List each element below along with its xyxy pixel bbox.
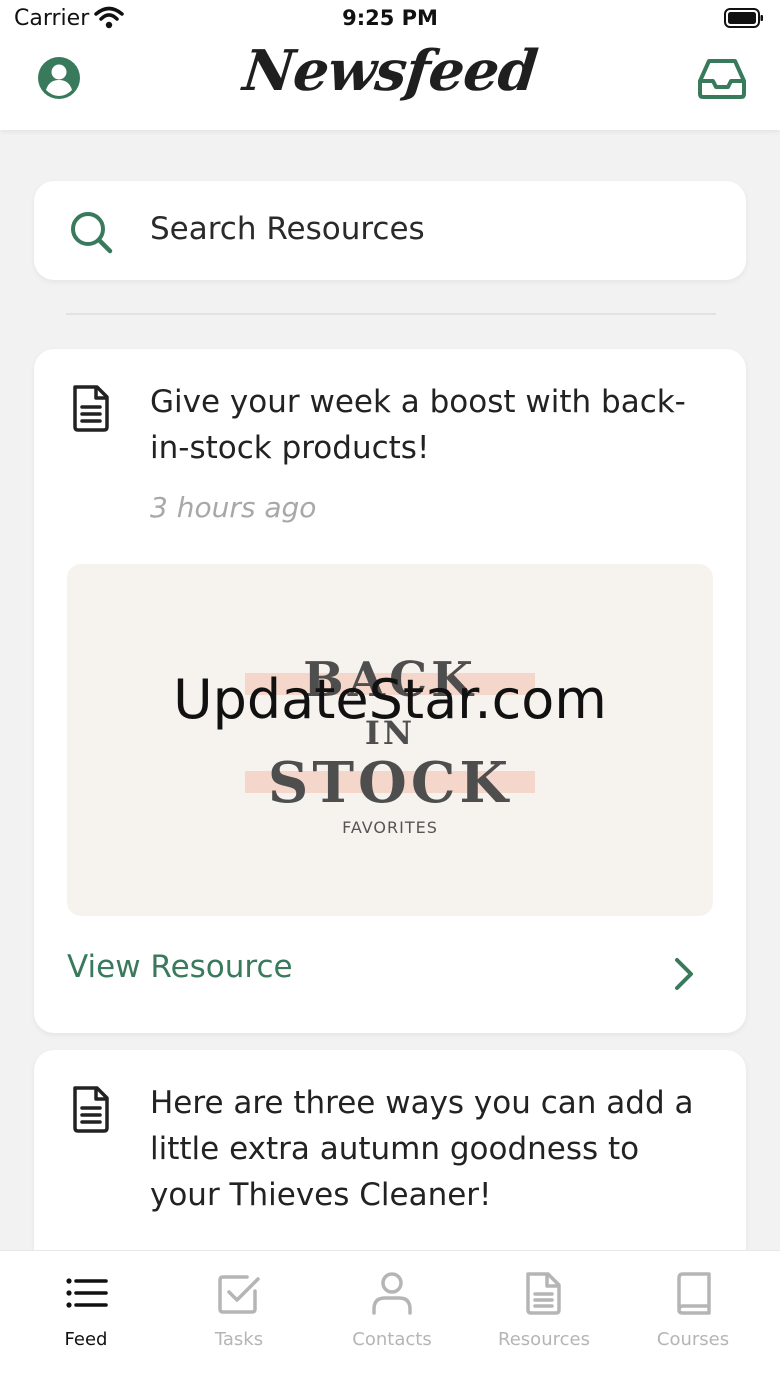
search-icon: [71, 212, 113, 254]
card-title: Give your week a boost with back-in-stoc…: [150, 384, 686, 466]
status-bar: Carrier 9:25 PM: [0, 0, 780, 40]
tab-label: Courses: [656, 1329, 730, 1350]
tab-label: Feed: [64, 1329, 108, 1350]
tab-tasks[interactable]: Tasks: [161, 1251, 317, 1388]
list-icon: [66, 1278, 108, 1308]
document-icon: [526, 1272, 561, 1315]
book-icon: [677, 1272, 711, 1315]
tab-bar: Feed Tasks Contacts Resources Courses: [0, 1250, 780, 1388]
tab-resources[interactable]: Resources: [466, 1251, 622, 1388]
person-icon: [372, 1272, 412, 1315]
checkbox-icon: [218, 1275, 260, 1314]
battery-icon: [724, 8, 763, 28]
tab-courses[interactable]: Courses: [615, 1251, 771, 1388]
tab-label: Tasks: [214, 1329, 264, 1350]
watermark: UpdateStar.com: [173, 668, 607, 731]
inbox-icon[interactable]: [696, 57, 748, 101]
document-icon: [73, 385, 109, 432]
chevron-right-icon[interactable]: [674, 957, 694, 991]
tab-contacts[interactable]: Contacts: [314, 1251, 470, 1388]
page-title: Newsfeed: [240, 38, 540, 104]
thumbnail-text-stock: STOCK: [267, 750, 513, 816]
divider: [66, 313, 716, 315]
view-resource-link[interactable]: View Resource: [67, 949, 293, 985]
clock: 9:25 PM: [342, 6, 438, 30]
card-timestamp: 3 hours ago: [150, 491, 317, 524]
thumbnail-text-favorites: FAVORITES: [342, 818, 438, 837]
card-title: Here are three ways you can add a little…: [150, 1085, 694, 1213]
resource-thumbnail[interactable]: BACK IN STOCK FAVORITES UpdateStar.com: [67, 564, 713, 916]
tab-label: Resources: [498, 1329, 590, 1350]
tab-feed[interactable]: Feed: [8, 1251, 164, 1388]
document-icon: [73, 1086, 109, 1133]
search-placeholder: Search Resources: [150, 211, 425, 247]
feed-card[interactable]: Give your week a boost with back-in-stoc…: [34, 349, 746, 1033]
tab-label: Contacts: [352, 1329, 432, 1350]
search-bar[interactable]: Search Resources: [34, 181, 746, 280]
nav-bar: Newsfeed: [0, 38, 780, 130]
